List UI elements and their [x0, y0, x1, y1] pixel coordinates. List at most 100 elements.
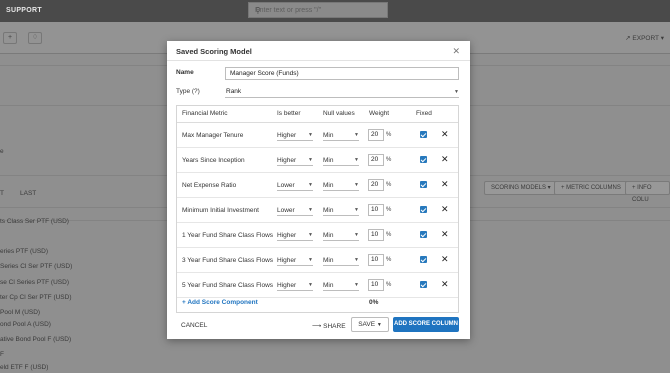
table-row: Net Expense Ratio Lower ▼ Min ▼ 20 % ✕ [177, 173, 458, 198]
remove-row-icon[interactable]: ✕ [441, 279, 449, 290]
column-header-null: Null values [323, 110, 355, 117]
name-input[interactable] [225, 67, 459, 80]
remove-row-icon[interactable]: ✕ [441, 254, 449, 265]
column-header-weight: Weight [369, 110, 390, 117]
chevron-down-icon: ▼ [354, 257, 359, 263]
cancel-button[interactable]: CANCEL [181, 322, 207, 329]
brand-label: SUPPORT [6, 7, 42, 14]
share-icon: ⟶ [312, 323, 322, 330]
is-better-select[interactable]: Higher ▼ [277, 130, 313, 141]
list-item[interactable]: Pool M (USD) [0, 309, 40, 316]
side-letter: e [0, 148, 4, 155]
chevron-down-icon: ▼ [308, 232, 313, 238]
null-values-select[interactable]: Min ▼ [323, 180, 359, 191]
type-value: Rank [226, 88, 242, 95]
weight-input[interactable]: 20 [368, 129, 384, 141]
type-label: Type (?) [176, 88, 200, 95]
column-header-fixed: Fixed [416, 110, 432, 117]
null-values-select[interactable]: Min ▼ [323, 255, 359, 266]
chevron-down-icon: ▼ [354, 232, 359, 238]
chevron-down-icon: ▼ [354, 207, 359, 213]
type-select[interactable]: Rank ▼ [225, 86, 459, 98]
info-columns-button[interactable]: + INFO COLU [625, 181, 670, 203]
fixed-checkbox[interactable] [420, 231, 427, 238]
tab-t[interactable]: T [0, 190, 4, 197]
weight-input[interactable]: 20 [368, 154, 384, 166]
percent-sign: % [386, 132, 392, 138]
null-values-select[interactable]: Min ▼ [323, 130, 359, 141]
null-values-select[interactable]: Min ▼ [323, 205, 359, 216]
top-bar: SUPPORT Enter text or press "/" ⚲ [0, 0, 670, 22]
chevron-down-icon: ▼ [354, 157, 359, 163]
add-score-component-link[interactable]: + Add Score Component [182, 299, 258, 306]
chevron-down-icon: ▼ [308, 182, 313, 188]
metric-name: 3 Year Fund Share Class Flows [182, 257, 274, 264]
tab-last[interactable]: LAST [20, 190, 36, 197]
close-icon[interactable]: ✕ [452, 46, 460, 57]
is-better-select[interactable]: Higher ▼ [277, 230, 313, 241]
share-button[interactable]: ⟶ SHARE [312, 322, 346, 330]
list-item[interactable]: F [0, 351, 4, 358]
saved-scoring-model-dialog: Saved Scoring Model ✕ Name Type (?) Rank… [167, 41, 470, 339]
table-row: Max Manager Tenure Higher ▼ Min ▼ 20 % ✕ [177, 123, 458, 148]
remove-row-icon[interactable]: ✕ [441, 129, 449, 140]
metric-name: Minimum Initial Investment [182, 207, 259, 214]
bell-icon[interactable]: ♢ [28, 32, 42, 44]
chevron-down-icon: ▼ [308, 157, 313, 163]
percent-sign: % [386, 207, 392, 213]
weight-input[interactable]: 10 [368, 279, 384, 291]
weight-input[interactable]: 20 [368, 179, 384, 191]
column-header-metric: Financial Metric [182, 110, 228, 117]
remove-row-icon[interactable]: ✕ [441, 204, 449, 215]
list-item[interactable]: se Cl Series PTF (USD) [0, 279, 69, 286]
remove-row-icon[interactable]: ✕ [441, 229, 449, 240]
chevron-down-icon: ▼ [376, 322, 382, 328]
is-better-select[interactable]: Higher ▼ [277, 155, 313, 166]
remove-row-icon[interactable]: ✕ [441, 179, 449, 190]
add-icon[interactable]: + [3, 32, 17, 44]
list-item[interactable]: eld ETF F (USD) [0, 364, 48, 371]
save-button[interactable]: SAVE ▼ [351, 317, 389, 332]
fixed-checkbox[interactable] [420, 131, 427, 138]
is-better-select[interactable]: Lower ▼ [277, 205, 313, 216]
null-values-select[interactable]: Min ▼ [323, 280, 359, 291]
metric-columns-button[interactable]: + METRIC COLUMNS [554, 181, 628, 195]
percent-sign: % [386, 257, 392, 263]
list-item[interactable]: Series Cl Ser PTF (USD) [0, 263, 72, 270]
global-search-input[interactable]: Enter text or press "/" ⚲ [248, 2, 388, 18]
chevron-down-icon: ▼ [454, 89, 459, 95]
weight-input[interactable]: 10 [368, 229, 384, 241]
score-components-table: Financial Metric Is better Null values W… [176, 105, 459, 313]
chevron-down-icon: ▼ [308, 257, 313, 263]
percent-sign: % [386, 232, 392, 238]
is-better-select[interactable]: Higher ▼ [277, 280, 313, 291]
fixed-checkbox[interactable] [420, 256, 427, 263]
chevron-down-icon: ▼ [354, 182, 359, 188]
is-better-select[interactable]: Higher ▼ [277, 255, 313, 266]
fixed-checkbox[interactable] [420, 206, 427, 213]
add-score-column-button[interactable]: ADD SCORE COLUMN [393, 317, 459, 332]
metric-name: Max Manager Tenure [182, 132, 244, 139]
export-button[interactable]: ↗ EXPORT ▾ [625, 34, 664, 42]
null-values-select[interactable]: Min ▼ [323, 230, 359, 241]
list-item[interactable]: eries PTF (USD) [0, 248, 48, 255]
table-row: 3 Year Fund Share Class Flows Higher ▼ Mi… [177, 248, 458, 273]
null-values-select[interactable]: Min ▼ [323, 155, 359, 166]
chevron-down-icon: ▼ [308, 132, 313, 138]
table-row: Minimum Initial Investment Lower ▼ Min ▼ 1… [177, 198, 458, 223]
list-item[interactable]: ter Cp Cl Ser PTF (USD) [0, 294, 72, 301]
weight-input[interactable]: 10 [368, 204, 384, 216]
fixed-checkbox[interactable] [420, 281, 427, 288]
fixed-checkbox[interactable] [420, 156, 427, 163]
chevron-down-icon: ▼ [308, 207, 313, 213]
list-item[interactable]: ative Bond Pool F (USD) [0, 336, 71, 343]
is-better-select[interactable]: Lower ▼ [277, 180, 313, 191]
metric-name: Net Expense Ratio [182, 182, 237, 189]
fixed-checkbox[interactable] [420, 181, 427, 188]
metric-name: 1 Year Fund Share Class Flows [182, 232, 274, 239]
remove-row-icon[interactable]: ✕ [441, 154, 449, 165]
list-item[interactable]: ond Pool A (USD) [0, 321, 51, 328]
list-item[interactable]: ts Class Ser PTF (USD) [0, 218, 69, 225]
weight-input[interactable]: 10 [368, 254, 384, 266]
scoring-models-button[interactable]: SCORING MODELS ▾ [484, 181, 558, 195]
